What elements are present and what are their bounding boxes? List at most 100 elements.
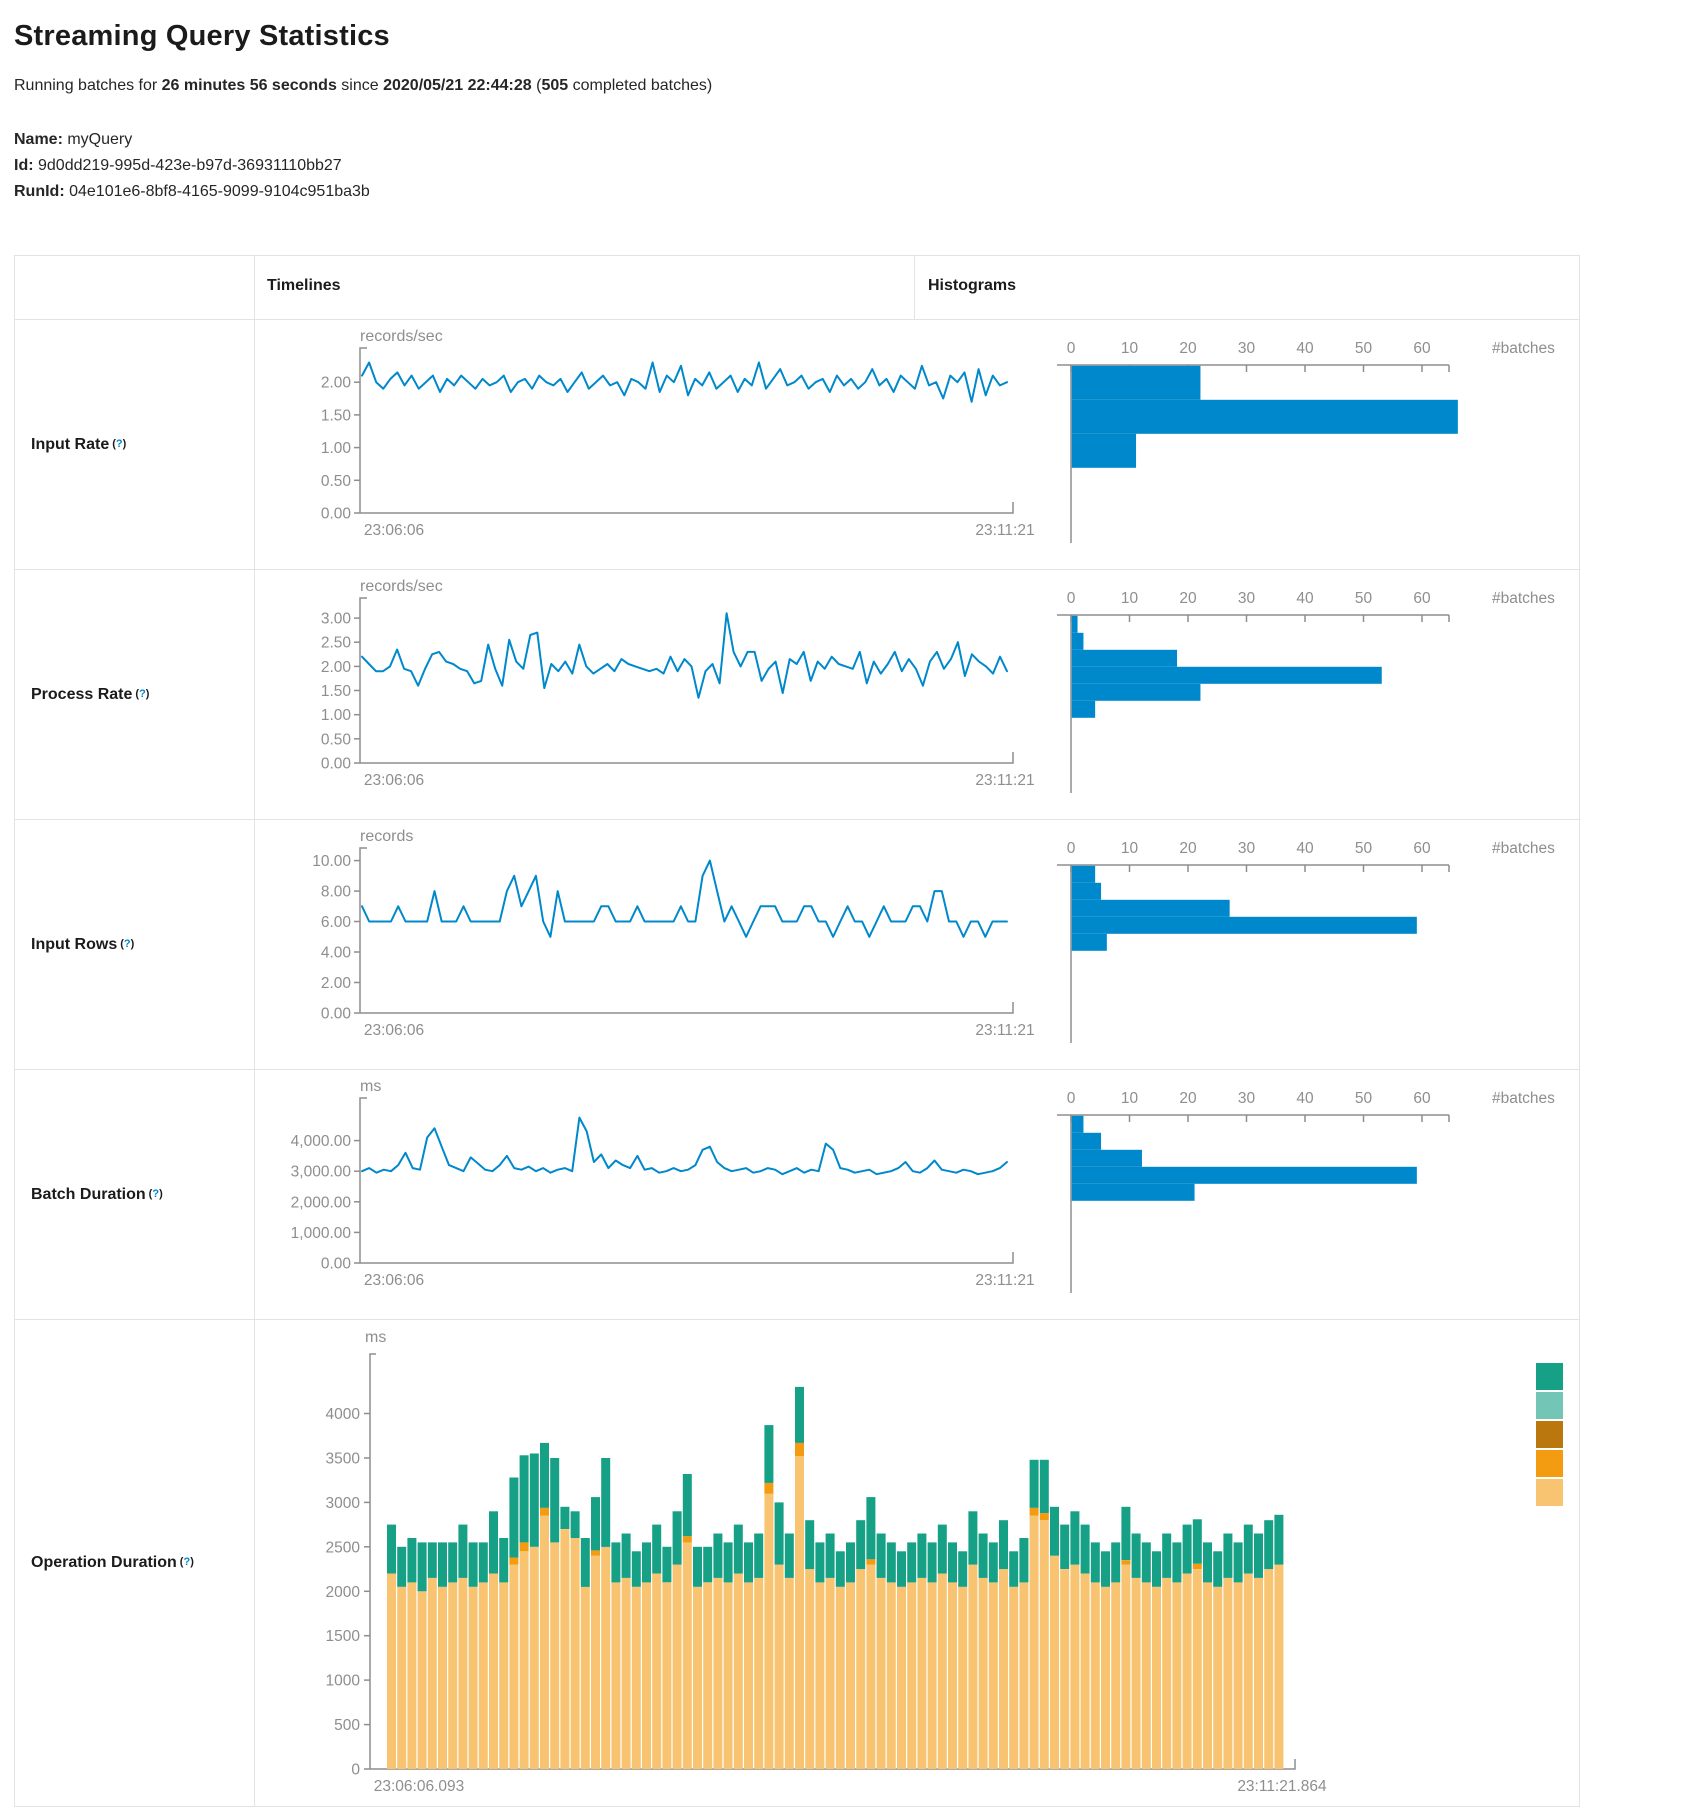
input-rate-histogram-chart: 0102030405060#batches — [1057, 340, 1555, 543]
stacked-bar-segment — [826, 1534, 835, 1578]
y-axis — [370, 1354, 376, 1769]
help-icon[interactable]: (?) — [112, 438, 126, 450]
stacked-bar-segment — [601, 1458, 610, 1547]
axis-tick-label: 10 — [1121, 1090, 1139, 1107]
stacked-bar-segment — [989, 1582, 998, 1769]
stacked-bar-segment — [1223, 1534, 1232, 1578]
axis-tick-label: 30 — [1238, 1090, 1256, 1107]
stacked-bar-segment — [581, 1587, 590, 1769]
axis-tick-label: 0 — [1067, 840, 1076, 857]
axis-tick-label: 60 — [1413, 590, 1431, 607]
axis-tick-label: 20 — [1179, 590, 1197, 607]
stacked-bar-segment — [928, 1582, 937, 1769]
stacked-bar-segment — [1274, 1565, 1283, 1769]
axis-tick-label: 40 — [1296, 1090, 1314, 1107]
stacked-bar-segment — [1213, 1551, 1222, 1587]
x-axis — [360, 1002, 1013, 1013]
x-axis-end-label: 23:11:21 — [975, 1022, 1034, 1039]
metric-name: Input Rows — [31, 936, 117, 954]
stacked-bar-segment — [836, 1551, 845, 1587]
stacked-bar-segment — [622, 1534, 631, 1578]
stacked-bar-segment — [1040, 1460, 1049, 1513]
help-icon[interactable]: (?) — [120, 938, 134, 950]
stacked-bar-segment — [866, 1559, 875, 1564]
stacked-bar-segment — [968, 1565, 977, 1769]
x-axis — [360, 752, 1013, 763]
stacked-bar-segment — [509, 1565, 518, 1769]
histogram-bar — [1072, 434, 1136, 468]
axis-tick-label: 30 — [1238, 340, 1256, 357]
stacked-bar-segment — [1172, 1542, 1181, 1582]
stacked-bar-segment — [815, 1542, 824, 1582]
stacked-bar-segment — [407, 1582, 416, 1769]
runid-label: RunId: — [14, 183, 65, 200]
stacked-bar-segment — [1091, 1582, 1100, 1769]
stacked-bar-segment — [387, 1525, 396, 1574]
help-icon[interactable]: (?) — [135, 688, 149, 700]
axis-tick-label: 60 — [1413, 340, 1431, 357]
process-rate-charts: records/sec0.000.501.001.502.002.503.002… — [255, 570, 1579, 819]
header-cell-empty — [15, 256, 255, 319]
axis-tick-label: 1.50 — [321, 683, 352, 700]
stacked-bar-segment — [958, 1587, 967, 1769]
stacked-bar-segment — [499, 1538, 508, 1582]
running-batches-summary: Running batches for 26 minutes 56 second… — [14, 77, 1693, 95]
stacked-bar-segment — [999, 1520, 1008, 1569]
stacked-bar-segment — [1234, 1542, 1243, 1582]
stacked-bar-segment — [1162, 1534, 1171, 1578]
stacked-bar-segment — [866, 1565, 875, 1769]
axis-tick-label: 50 — [1355, 590, 1373, 607]
stacked-bar-segment — [703, 1582, 712, 1769]
stacked-bar-segment — [550, 1542, 559, 1769]
stacked-bar-segment — [928, 1542, 937, 1582]
stacked-bar-segment — [917, 1578, 926, 1769]
stacked-bar-segment — [652, 1525, 661, 1574]
stacked-bar-segment — [550, 1458, 559, 1542]
stacked-bar-segment — [407, 1538, 416, 1582]
stacked-bar-segment — [520, 1551, 529, 1769]
stacked-bar-segment — [571, 1538, 580, 1769]
stacked-bar-segment — [1070, 1565, 1079, 1769]
stacked-bar-segment — [713, 1578, 722, 1769]
y-axis-unit-label: records/sec — [360, 578, 443, 595]
stacked-bar-segment — [1162, 1578, 1171, 1769]
stacked-bar-segment — [846, 1582, 855, 1769]
stacked-bar-segment — [907, 1582, 916, 1769]
stacked-bar-segment — [1234, 1582, 1243, 1769]
axis-tick-label: 0 — [1067, 1090, 1076, 1107]
page-title: Streaming Query Statistics — [14, 20, 1693, 53]
stacked-bar-segment — [826, 1578, 835, 1769]
stacked-bar-segment — [1121, 1507, 1130, 1560]
axis-tick-label: 40 — [1296, 590, 1314, 607]
stacked-bar-segment — [1142, 1542, 1151, 1582]
help-icon[interactable]: (?) — [180, 1556, 194, 1568]
stacked-bar-segment — [795, 1456, 804, 1769]
axis-tick-label: 8.00 — [321, 884, 352, 901]
stacked-bar-segment — [1183, 1574, 1192, 1770]
y-axis-unit-label: ms — [365, 1329, 386, 1346]
start-timestamp: 2020/05/21 22:44:28 — [383, 77, 532, 94]
table-row-input-rows: Input Rows (?) records0.002.004.006.008.… — [15, 820, 1579, 1070]
stacked-bar-segment — [683, 1474, 692, 1536]
x-axis-end-label: 23:11:21 — [975, 522, 1034, 539]
stacked-bar-segment — [662, 1547, 671, 1583]
stacked-bar-segment — [1244, 1525, 1253, 1574]
histogram-bar — [1072, 900, 1230, 917]
stacked-bar-segment — [693, 1587, 702, 1769]
legend-swatch-2 — [1536, 1421, 1563, 1448]
stacked-bar-segment — [418, 1591, 427, 1769]
help-icon[interactable]: (?) — [149, 1188, 163, 1200]
stacked-bar-segment — [815, 1582, 824, 1769]
stacked-bar-segment — [1101, 1587, 1110, 1769]
axis-tick-label: 3.00 — [321, 611, 352, 628]
metric-name: Process Rate — [31, 686, 132, 704]
axis-tick-label: 4,000.00 — [291, 1133, 352, 1150]
stacked-bar-segment — [1060, 1525, 1069, 1569]
stacked-bar-segment — [1132, 1578, 1141, 1769]
stacked-bar-segment — [1019, 1538, 1028, 1582]
stacked-bar-segment — [591, 1497, 600, 1550]
stacked-bar-segment — [1264, 1520, 1273, 1569]
stacked-bar-segment — [520, 1542, 529, 1551]
batch-duration-histogram-chart: 0102030405060#batches — [1057, 1090, 1555, 1293]
chart-cell: records0.002.004.006.008.0010.0023:06:06… — [255, 820, 1579, 1069]
